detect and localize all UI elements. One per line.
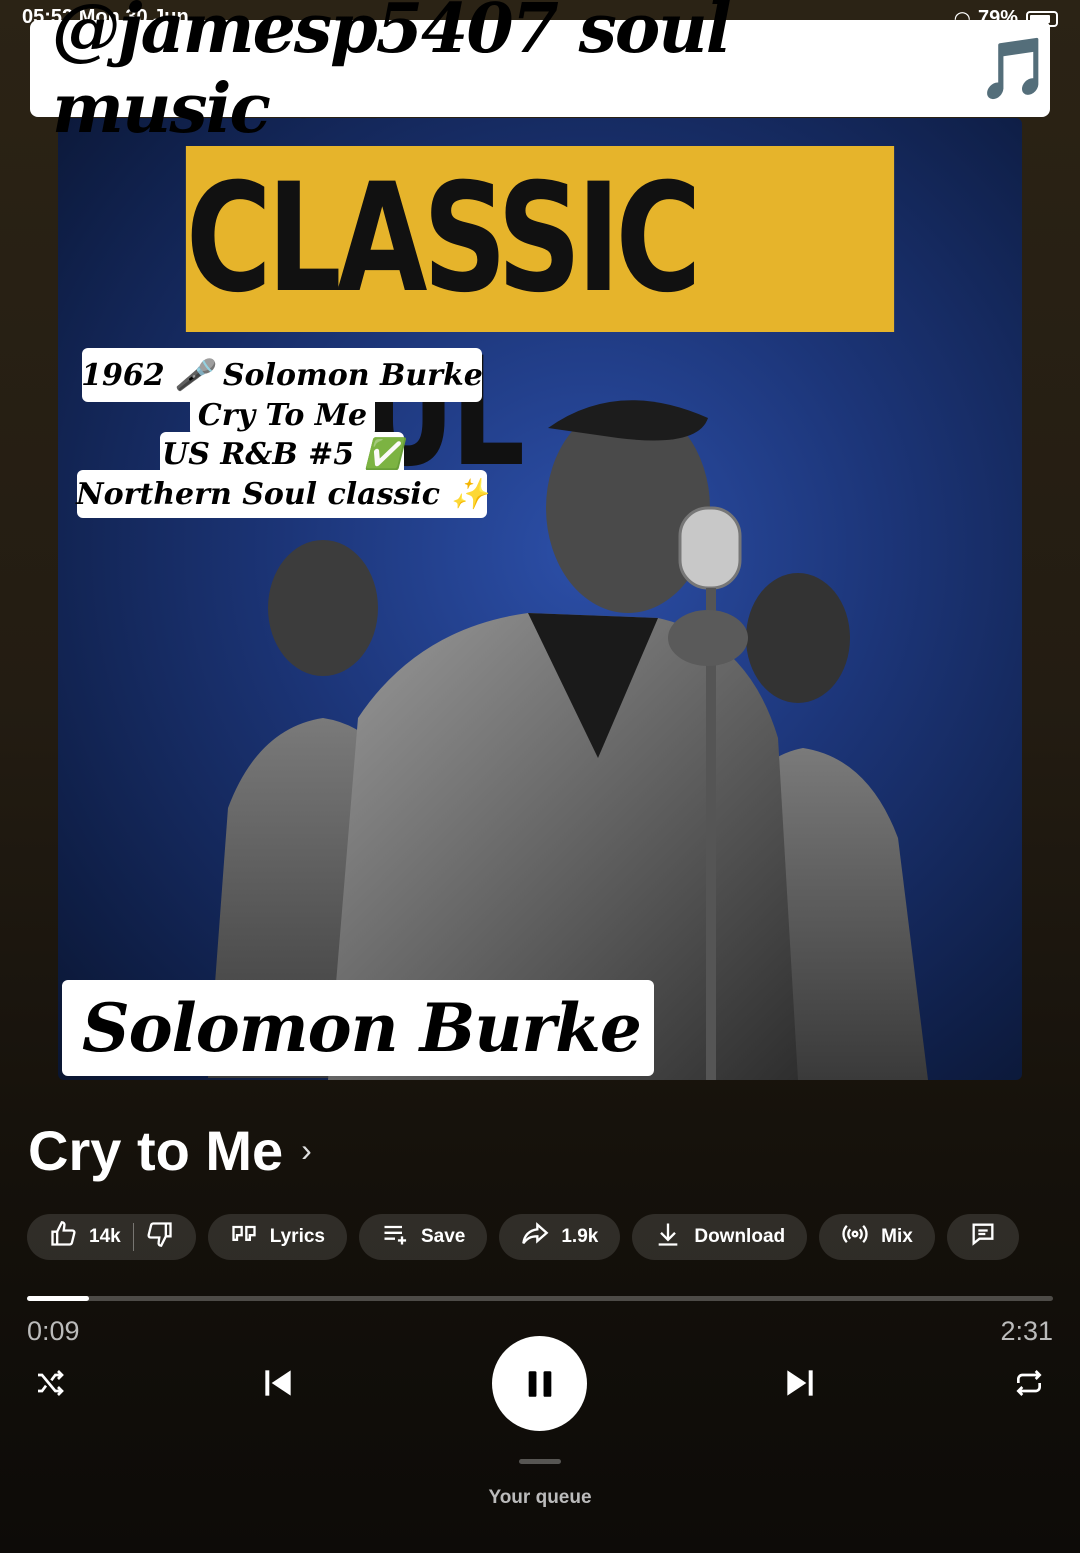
pause-icon — [528, 1370, 551, 1397]
watermark-banner: @jamesp5407 soul music 🎵 — [30, 0, 1052, 149]
playlist-add-icon — [381, 1220, 409, 1254]
like-dislike-chip: 14k — [27, 1214, 196, 1260]
album-art: 60s CLASSIC SOUL — [58, 118, 1022, 1080]
mix-label: Mix — [881, 1226, 913, 1247]
share-count: 1.9k — [561, 1226, 599, 1247]
save-label: Save — [420, 1226, 466, 1247]
thumbs-up-icon[interactable] — [49, 1220, 77, 1254]
previous-button[interactable] — [258, 1364, 298, 1402]
comment-icon — [969, 1220, 997, 1254]
lyrics-label: Lyrics — [269, 1226, 325, 1247]
shuffle-button[interactable] — [34, 1367, 66, 1399]
repeat-icon — [1016, 1370, 1042, 1396]
quote-icon — [230, 1220, 258, 1254]
your-queue-label[interactable]: Your queue — [0, 1487, 1080, 1509]
album-banner: 60s CLASSIC SOUL — [185, 118, 895, 500]
chip-divider — [132, 1223, 134, 1251]
next-button[interactable] — [780, 1364, 820, 1402]
download-icon — [654, 1220, 682, 1254]
song-title-link[interactable]: Cry to Me › — [28, 1118, 312, 1183]
song-title: Cry to Me — [28, 1119, 284, 1182]
mix-button[interactable]: Mix — [819, 1214, 935, 1260]
info-line-song: Cry To Me — [190, 394, 375, 436]
share-button[interactable]: 1.9k — [499, 1214, 621, 1260]
watermark-text: @jamesp5407 soul music — [52, 0, 732, 149]
comments-button[interactable] — [946, 1214, 1019, 1260]
download-label: Download — [694, 1226, 786, 1247]
progress-fill — [27, 1296, 89, 1301]
total-time: 2:31 — [1000, 1316, 1053, 1346]
action-chips: 14k Lyrics Save 1.9k Download Mix — [27, 1214, 1019, 1262]
download-button[interactable]: Download — [632, 1214, 808, 1260]
elapsed-time: 0:09 — [27, 1316, 80, 1346]
chevron-right-icon: › — [301, 1132, 312, 1168]
artist-label: Solomon Burke — [62, 980, 654, 1076]
skip-next-icon — [787, 1370, 813, 1396]
lyrics-button[interactable]: Lyrics — [207, 1214, 347, 1260]
repeat-button[interactable] — [1013, 1367, 1045, 1399]
like-count: 14k — [89, 1226, 121, 1247]
save-button[interactable]: Save — [358, 1214, 488, 1260]
share-icon — [521, 1220, 549, 1254]
music-note-icon: 🎵 — [977, 34, 1052, 104]
broadcast-icon — [841, 1220, 869, 1254]
pause-button[interactable] — [492, 1336, 587, 1431]
skip-previous-icon — [265, 1370, 291, 1396]
progress-bar[interactable] — [27, 1296, 1053, 1301]
info-line-genre: Northern Soul classic ✨ — [76, 470, 488, 518]
shuffle-icon — [38, 1370, 64, 1396]
queue-handle[interactable] — [519, 1459, 561, 1464]
thumbs-down-icon[interactable] — [146, 1220, 174, 1254]
